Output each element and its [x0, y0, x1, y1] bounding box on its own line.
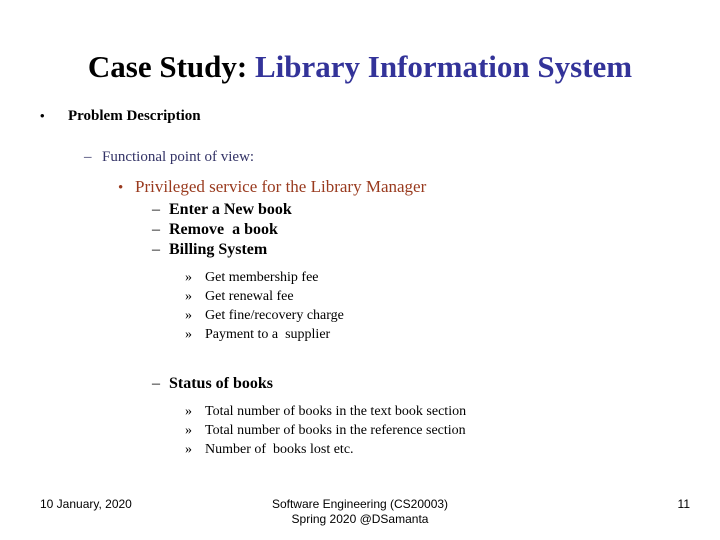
footer-page-number: 11 [677, 497, 690, 511]
outline-item-label: Total number of books in the reference s… [205, 423, 466, 438]
outline-item-functional-point-of-view: – Functional point of view: [84, 147, 696, 167]
outline-item-label: Number of books lost etc. [205, 442, 354, 457]
bullet-dash-icon: – [152, 241, 160, 258]
slide-title-prefix: Case Study: [87, 49, 255, 84]
bullet-dot-icon: • [40, 108, 45, 123]
outline-item-label: Functional point of view: [102, 149, 255, 165]
bullet-guillemet-icon: » [185, 270, 192, 285]
bullet-guillemet-icon: » [185, 289, 192, 304]
slide-title: Case Study: Library Information System [0, 50, 720, 84]
bullet-guillemet-icon: » [185, 327, 192, 342]
bullet-dash-icon: – [84, 149, 92, 165]
outline-item-label: Status of books [169, 375, 274, 392]
outline-item-remove-a-book: – Remove a book [152, 220, 696, 240]
bullet-guillemet-icon: » [185, 308, 192, 323]
footer-course-line1: Software Engineering (CS20003) [271, 497, 449, 511]
bullet-dash-icon: – [152, 201, 160, 218]
outline-item-get-fine-recovery-charge: » Get fine/recovery charge [185, 306, 696, 325]
outline-item-get-membership-fee: » Get membership fee [185, 268, 696, 287]
outline-item-label: Total number of books in the text book s… [205, 404, 467, 419]
slide-title-subject: Library Information System [254, 49, 633, 84]
outline-item-label: Enter a New book [169, 201, 292, 218]
bullet-dash-icon: – [152, 221, 160, 238]
outline-item-label: Problem Description [68, 108, 201, 124]
outline-item-label: Get membership fee [205, 270, 319, 285]
bullet-guillemet-icon: » [185, 442, 192, 457]
bullet-guillemet-icon: » [185, 423, 192, 438]
slide: Case Study: Library Information System •… [0, 0, 720, 540]
outline-item-label: Privileged service for the Library Manag… [135, 177, 427, 196]
outline-item-number-of-books-lost: » Number of books lost etc. [185, 440, 696, 459]
outline-item-total-books-text-book-section: » Total number of books in the text book… [185, 402, 696, 421]
outline-item-label: Get renewal fee [205, 289, 294, 304]
outline-item-payment-to-a-supplier: » Payment to a supplier [185, 325, 696, 344]
bullet-guillemet-icon: » [185, 404, 192, 419]
outline-item-enter-a-new-book: – Enter a New book [152, 200, 696, 220]
outline-item-privileged-service: • Privileged service for the Library Man… [118, 175, 696, 200]
outline-item-label: Billing System [169, 241, 268, 258]
outline-item-label: Payment to a supplier [205, 327, 331, 342]
outline-item-billing-system: – Billing System [152, 240, 696, 260]
footer-date: 10 January, 2020 [40, 497, 132, 511]
outline-item-total-books-reference-section: » Total number of books in the reference… [185, 421, 696, 440]
outline-item-label: Remove a book [169, 221, 278, 238]
outline-item-status-of-books: – Status of books [152, 374, 696, 394]
footer-course-info: Software Engineering (CS20003) Spring 20… [180, 497, 540, 527]
slide-footer: 10 January, 2020 Software Engineering (C… [0, 492, 720, 540]
slide-body: • Problem Description – Functional point… [36, 106, 696, 459]
footer-course-line2: Spring 2020 @DSamanta [291, 512, 429, 526]
outline-item-problem-description: • Problem Description [40, 106, 696, 126]
bullet-dot-icon: • [118, 180, 124, 196]
outline-item-label: Get fine/recovery charge [205, 308, 344, 323]
outline-item-get-renewal-fee: » Get renewal fee [185, 287, 696, 306]
bullet-dash-icon: – [152, 375, 160, 392]
